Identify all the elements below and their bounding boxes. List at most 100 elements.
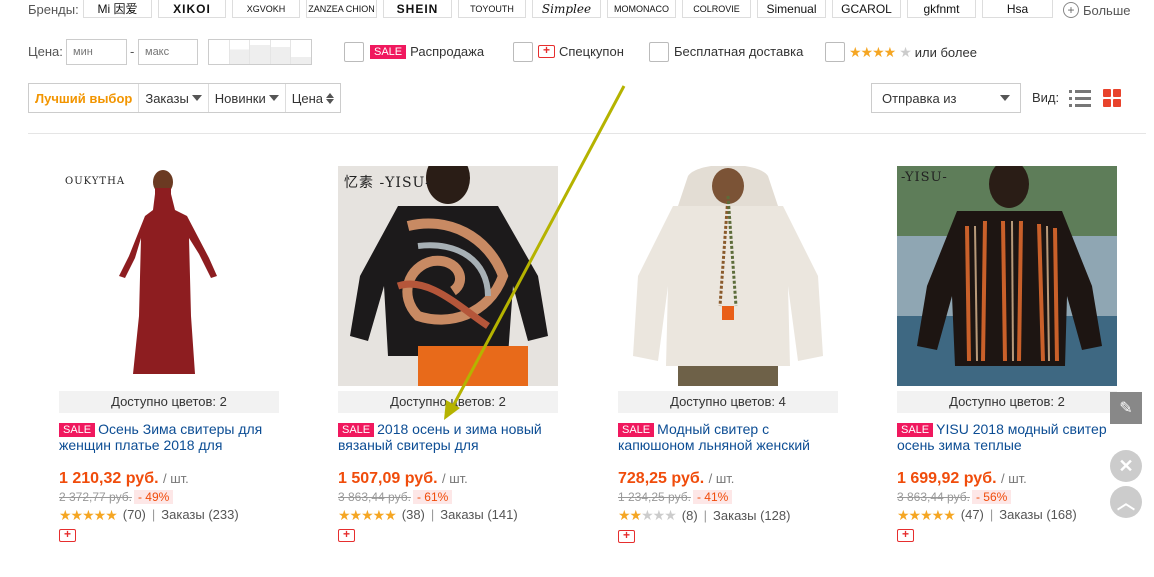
paisley-sweater-art [338, 166, 558, 386]
brand-filter-colrovie[interactable]: COLROVIE [682, 0, 751, 18]
price-row: 1 210,32 руб. / шт. [59, 470, 189, 487]
coupon-icon [538, 43, 555, 58]
product-card[interactable]: Доступно цветов: 4 SALE Модный свитер с к… [618, 166, 838, 544]
rating-checkbox[interactable] [825, 42, 845, 62]
list-view-icon[interactable] [1069, 89, 1091, 107]
star-rating-icon: ★★★★★ [338, 507, 397, 523]
discount-badge: - 56% [971, 490, 1012, 504]
product-image[interactable]: OUKYTHA [59, 166, 279, 386]
ship-from-select[interactable]: Отправка из [871, 83, 1021, 113]
hooded-sweater-art [633, 166, 823, 386]
price: 1 507,09 руб. [338, 470, 438, 487]
sale-badge: SALE [338, 423, 375, 437]
rating-row: ★★★★★ (8) | Заказы (128) [618, 507, 791, 523]
old-price: 2 372,77 руб. [59, 490, 132, 504]
product-title-link[interactable]: SALE YISU 2018 модный свитер осень зима т… [897, 421, 1117, 453]
old-price-row: 3 863,44 руб. - 61% [338, 489, 558, 505]
price-row: 1 507,09 руб. / шт. [338, 470, 468, 487]
price: 728,25 руб. [618, 470, 705, 487]
caret-down-icon [268, 95, 279, 101]
coupon-icon [338, 527, 355, 542]
product-image[interactable]: -YISU- [897, 166, 1117, 386]
price: 1 699,92 руб. [897, 470, 997, 487]
star-empty-icon: ★ [899, 44, 912, 60]
sale-badge: SALE [618, 423, 655, 437]
product-card[interactable]: 忆素 -YISU- Доступно цветов: 2 SALE 2018 ос… [338, 166, 558, 543]
star-rating-icon: ★★★★★ [59, 507, 118, 523]
plus-icon: + [1063, 2, 1079, 18]
discount-badge: - 41% [692, 490, 733, 504]
brand-filter-zanzea[interactable]: ZANZEA CHION [306, 0, 377, 18]
old-price: 3 863,44 руб. [338, 490, 411, 504]
old-price-row: 2 372,77 руб. - 49% [59, 489, 279, 505]
colors-available: Доступно цветов: 2 [338, 391, 558, 413]
brand-filter-xgvokh[interactable]: XGVOKH [232, 0, 300, 18]
close-icon[interactable]: ✕ [1110, 450, 1142, 482]
product-title-link[interactable]: SALE Модный свитер с капюшоном льняной же… [618, 421, 838, 453]
colors-available: Доступно цветов: 2 [897, 391, 1117, 413]
striped-sweater-art [897, 166, 1117, 386]
brand-filter-gkfnmt[interactable]: gkfnmt [907, 0, 976, 18]
product-title-link[interactable]: SALE 2018 осень и зима новый вязаный свит… [338, 421, 558, 453]
rating-row: ★★★★★ (47) | Заказы (168) [897, 507, 1077, 523]
sort-bar: Лучший выбор Заказы Новинки Цена [28, 83, 341, 113]
product-image[interactable] [618, 166, 838, 386]
price-row: 728,25 руб. / шт. [618, 470, 735, 487]
free-shipping-checkbox[interactable] [649, 42, 669, 62]
coupon-icon [618, 528, 635, 543]
rating-row: ★★★★★ (38) | Заказы (141) [338, 507, 518, 523]
coupon-filter[interactable]: Спецкупон [538, 43, 624, 59]
sale-badge: SALE [897, 423, 934, 437]
sort-best-match[interactable]: Лучший выбор [29, 84, 140, 112]
product-card[interactable]: OUKYTHA Доступно цветов: 2 SALE Осень Зим… [59, 166, 279, 543]
sort-price[interactable]: Цена [286, 84, 340, 112]
more-brands-button[interactable]: + Больше [1063, 2, 1131, 18]
grid-view-icon[interactable] [1103, 89, 1121, 107]
brands-label: Бренды: [28, 2, 79, 17]
star-rating-icon: ★★★★★ [897, 507, 956, 523]
star-rating-icon: ★★★★ [849, 44, 896, 60]
old-price: 3 863,44 руб. [897, 490, 970, 504]
rating-row: ★★★★★ (70) | Заказы (233) [59, 507, 239, 523]
product-card[interactable]: -YISU- Доступно цветов: 2 SALE YISU 2018 … [897, 166, 1117, 543]
price-row: 1 699,92 руб. / шт. [897, 470, 1027, 487]
price: 1 210,32 руб. [59, 470, 159, 487]
discount-badge: - 49% [133, 490, 174, 504]
product-image[interactable]: 忆素 -YISU- [338, 166, 558, 386]
colors-available: Доступно цветов: 2 [59, 391, 279, 413]
red-dress-art [119, 170, 217, 374]
sale-checkbox[interactable] [344, 42, 364, 62]
brand-filter-toyouth[interactable]: TOYOUTH [458, 0, 526, 18]
brand-filter-shein[interactable]: SHEIN [383, 0, 452, 18]
sort-orders[interactable]: Заказы [139, 84, 209, 112]
chevron-up-icon[interactable]: ︿ [1110, 486, 1142, 518]
sale-badge: SALE [370, 44, 407, 59]
free-shipping-filter[interactable]: Бесплатная доставка [674, 44, 803, 59]
coupon-icon [59, 527, 76, 542]
sort-newest[interactable]: Новинки [209, 84, 286, 112]
brand-filter-mi[interactable]: Mi 因爱 [83, 0, 152, 18]
product-title-link[interactable]: SALE Осень Зима свитеры для женщин платье… [59, 421, 279, 453]
brand-filter-gcarol[interactable]: GCAROL [832, 0, 901, 18]
view-label: Вид: [1032, 90, 1060, 105]
brand-filter-momonaco[interactable]: MOMONACO [607, 0, 676, 18]
sale-filter[interactable]: SALE Распродажа [370, 44, 484, 59]
old-price-row: 1 234,25 руб. - 41% [618, 489, 838, 505]
coupon-checkbox[interactable] [513, 42, 533, 62]
brand-filter-xikoi[interactable]: XIKOI [158, 0, 226, 18]
brand-filter-simplee[interactable]: Simplee [532, 0, 601, 18]
pencil-icon[interactable]: ✎ [1110, 392, 1142, 424]
brand-filter-hsa[interactable]: Hsa [982, 0, 1053, 18]
star-rating-icon: ★★ [618, 507, 642, 523]
price-min-input[interactable] [66, 39, 127, 65]
star-empty-icon: ★★★ [641, 507, 677, 523]
rating-filter[interactable]: ★★★★ ★ или более [849, 44, 977, 61]
brands-row: Бренды: Mi 因爱 XIKOI XGVOKH ZANZEA CHION … [0, 0, 1154, 18]
sale-badge: SALE [59, 423, 96, 437]
discount-badge: - 61% [412, 490, 453, 504]
price-histogram[interactable] [208, 39, 312, 65]
coupon-icon [897, 527, 914, 542]
colors-available: Доступно цветов: 4 [618, 391, 838, 413]
brand-filter-simenual[interactable]: Simenual [757, 0, 826, 18]
price-max-input[interactable] [138, 39, 198, 65]
